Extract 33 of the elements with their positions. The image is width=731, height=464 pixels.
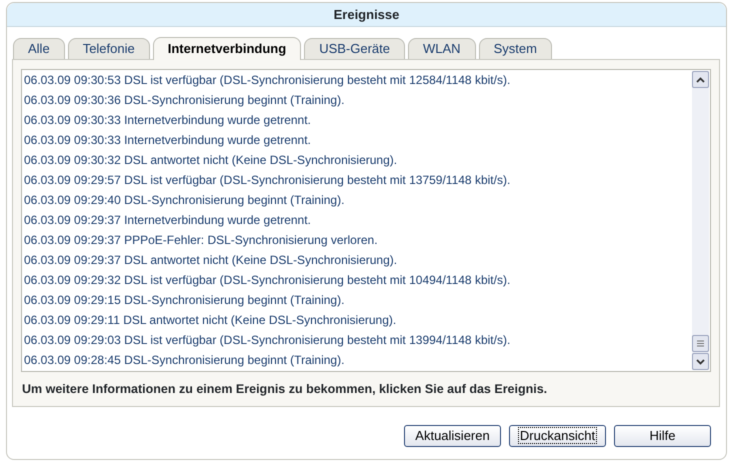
event-entry[interactable]: 06.03.09 09:30:36 DSL-Synchronisierung beginnt (Training).: [22, 90, 691, 110]
grip-icon: [697, 340, 704, 347]
tab[interactable]: USB-Geräte: [304, 38, 405, 59]
event-entry[interactable]: 06.03.09 09:30:53 DSL ist verfügbar (DSL-Synchronisierung besteht mit 12584/1148 kbit/s).: [22, 70, 691, 90]
window-title: Ereignisse: [7, 3, 726, 27]
action-button[interactable]: Hilfe: [614, 425, 711, 447]
scroll-up-button[interactable]: [692, 71, 709, 88]
event-entry[interactable]: 06.03.09 09:29:11 DSL antwortet nicht (Keine DSL-Synchronisierung).: [22, 310, 691, 330]
event-entry[interactable]: 06.03.09 09:29:40 DSL-Synchronisierung beginnt (Training).: [22, 190, 691, 210]
tab[interactable]: Telefonie: [68, 38, 150, 59]
event-entry[interactable]: 06.03.09 09:30:33 Internetverbindung wurde getrennt.: [22, 130, 691, 150]
caret-down-icon: [696, 358, 705, 364]
event-entry[interactable]: 06.03.09 09:29:37 PPPoE-Fehler: DSL-Synchronisierung verloren.: [22, 230, 691, 250]
event-entry[interactable]: 06.03.09 09:30:32 DSL antwortet nicht (Keine DSL-Synchronisierung).: [22, 150, 691, 170]
tab[interactable]: Alle: [13, 38, 65, 59]
event-entry[interactable]: 06.03.09 09:29:57 DSL ist verfügbar (DSL-Synchronisierung besteht mit 13759/1148 kbit/s).: [22, 170, 691, 190]
event-entry[interactable]: 06.03.09 09:29:32 DSL ist verfügbar (DSL-Synchronisierung besteht mit 10494/1148 kbit/s).: [22, 270, 691, 290]
tab[interactable]: Internetverbindung: [152, 37, 302, 60]
hint-text: Um weitere Informationen zu einem Ereignis zu bekommen, klicken Sie auf das Ereignis.: [21, 381, 548, 398]
scroll-thumb[interactable]: [692, 335, 709, 352]
scroll-down-button[interactable]: [692, 353, 709, 370]
action-button[interactable]: Aktualisieren: [404, 425, 501, 447]
event-entry[interactable]: 06.03.09 09:29:37 DSL antwortet nicht (Keine DSL-Synchronisierung).: [22, 250, 691, 270]
tab[interactable]: System: [478, 38, 552, 59]
event-entry[interactable]: 06.03.09 09:29:03 DSL ist verfügbar (DSL-Synchronisierung besteht mit 13994/1148 kbit/s).: [22, 330, 691, 350]
event-entry[interactable]: 06.03.09 09:28:45 DSL-Synchronisierung beginnt (Training).: [22, 350, 691, 370]
event-entry[interactable]: 06.03.09 09:29:37 Internetverbindung wurde getrennt.: [22, 210, 691, 230]
tab[interactable]: WLAN: [408, 38, 476, 59]
scrollbar[interactable]: [692, 71, 709, 370]
caret-up-icon: [696, 76, 705, 82]
event-entry[interactable]: 06.03.09 09:29:15 DSL-Synchronisierung beginnt (Training).: [22, 290, 691, 310]
action-button[interactable]: Druckansicht: [509, 425, 606, 447]
event-entry[interactable]: 06.03.09 09:30:33 Internetverbindung wurde getrennt.: [22, 110, 691, 130]
